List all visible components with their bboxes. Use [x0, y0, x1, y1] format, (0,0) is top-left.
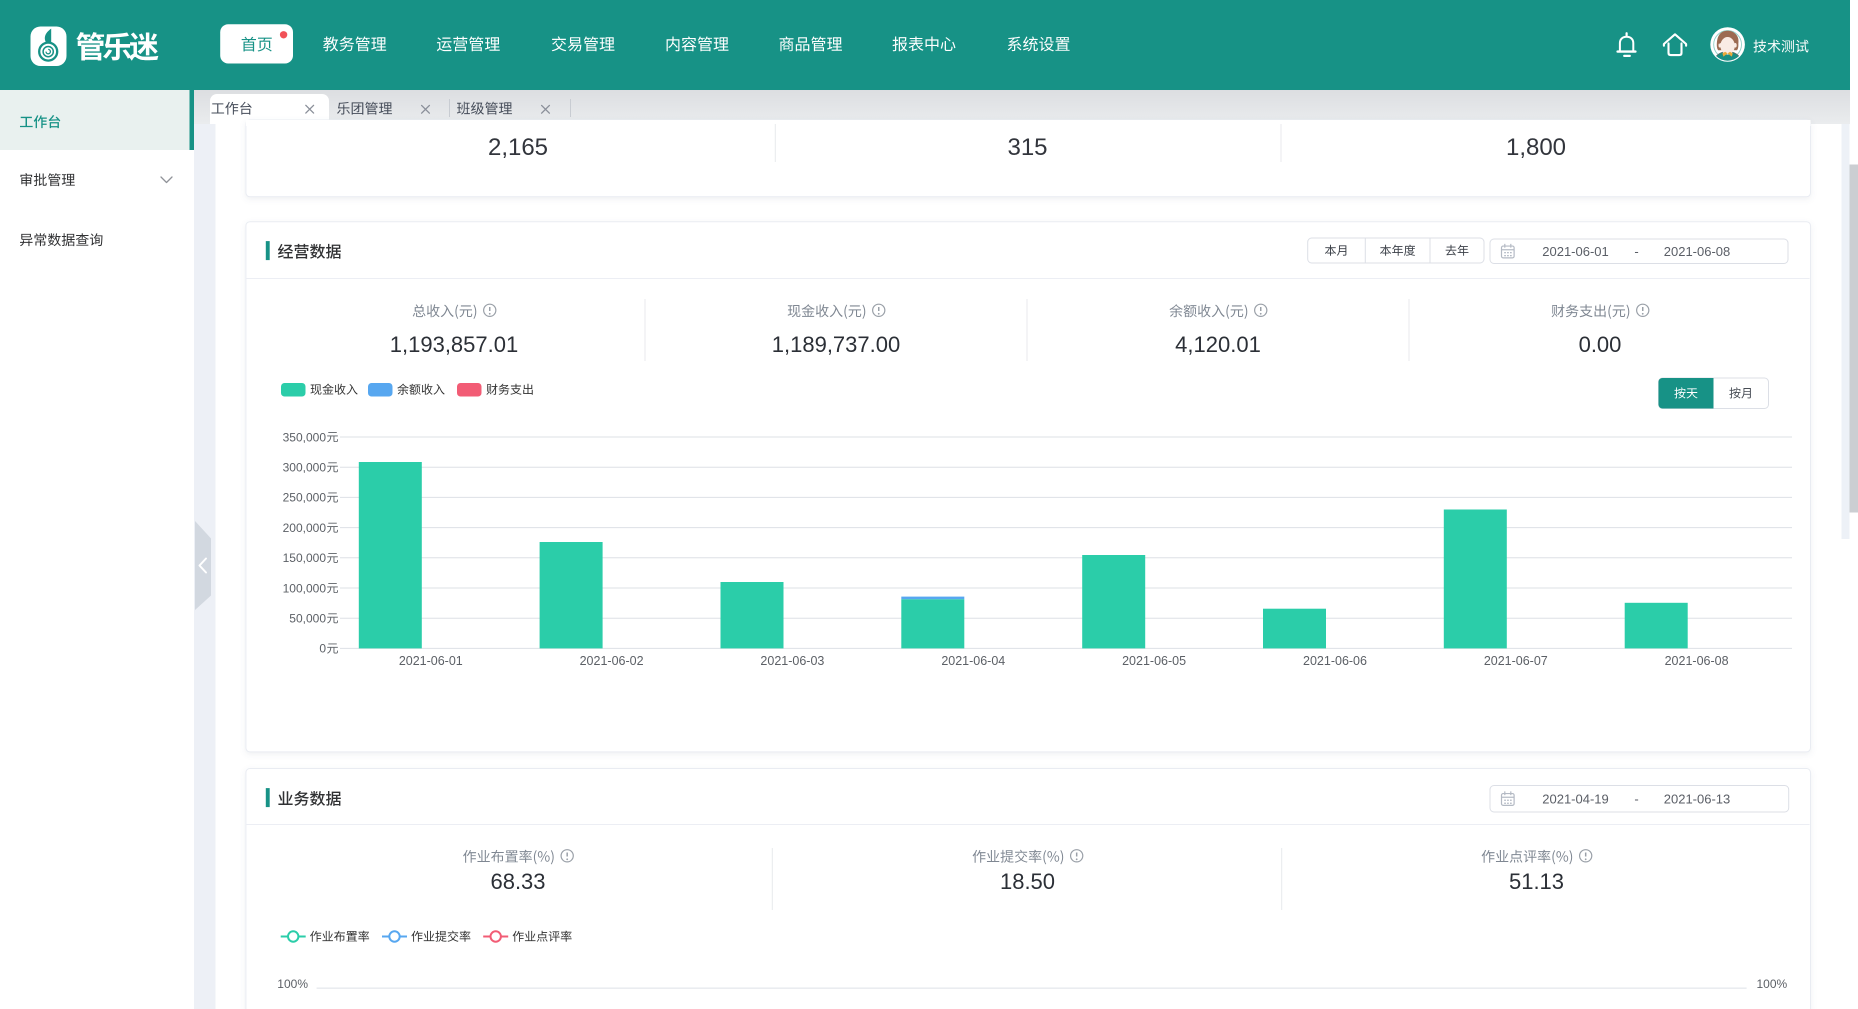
svg-text:250,000: 250,000: [283, 491, 327, 505]
svg-text:315: 315: [1007, 134, 1047, 161]
svg-text:100,000: 100,000: [283, 581, 327, 595]
svg-text:1,800: 1,800: [1506, 134, 1566, 161]
svg-text:51.13: 51.13: [1509, 869, 1564, 894]
svg-text:68.33: 68.33: [490, 869, 545, 894]
svg-text:2021-06-01: 2021-06-01: [1542, 244, 1609, 259]
svg-text:300,000: 300,000: [283, 461, 327, 475]
svg-text:0.00: 0.00: [1579, 332, 1622, 357]
svg-text:2021-06-04: 2021-06-04: [941, 654, 1005, 668]
svg-text:-: -: [1634, 791, 1638, 806]
svg-text:2021-06-08: 2021-06-08: [1664, 244, 1731, 259]
svg-text:2021-06-01: 2021-06-01: [399, 654, 463, 668]
svg-text:100%: 100%: [277, 977, 308, 991]
svg-text:18.50: 18.50: [1000, 869, 1055, 894]
svg-text:2021-06-08: 2021-06-08: [1665, 654, 1729, 668]
svg-text:2021-04-19: 2021-04-19: [1542, 791, 1609, 806]
svg-text:-: -: [1634, 244, 1638, 259]
svg-text:2021-06-06: 2021-06-06: [1303, 654, 1367, 668]
svg-text:0: 0: [319, 642, 326, 656]
svg-text:350,000: 350,000: [283, 430, 327, 444]
svg-text:2,165: 2,165: [488, 134, 548, 161]
svg-text:1,189,737.00: 1,189,737.00: [772, 332, 900, 357]
svg-text:2021-06-07: 2021-06-07: [1484, 654, 1548, 668]
svg-text:2021-06-02: 2021-06-02: [580, 654, 644, 668]
svg-text:2021-06-13: 2021-06-13: [1664, 791, 1731, 806]
svg-text:150,000: 150,000: [283, 551, 327, 565]
svg-text:1,193,857.01: 1,193,857.01: [390, 332, 518, 357]
svg-text:100%: 100%: [1757, 977, 1788, 991]
svg-text:4,120.01: 4,120.01: [1175, 332, 1261, 357]
svg-text:200,000: 200,000: [283, 521, 327, 535]
svg-text:2021-06-05: 2021-06-05: [1122, 654, 1186, 668]
svg-text:50,000: 50,000: [289, 612, 326, 626]
svg-text:2021-06-03: 2021-06-03: [760, 654, 824, 668]
